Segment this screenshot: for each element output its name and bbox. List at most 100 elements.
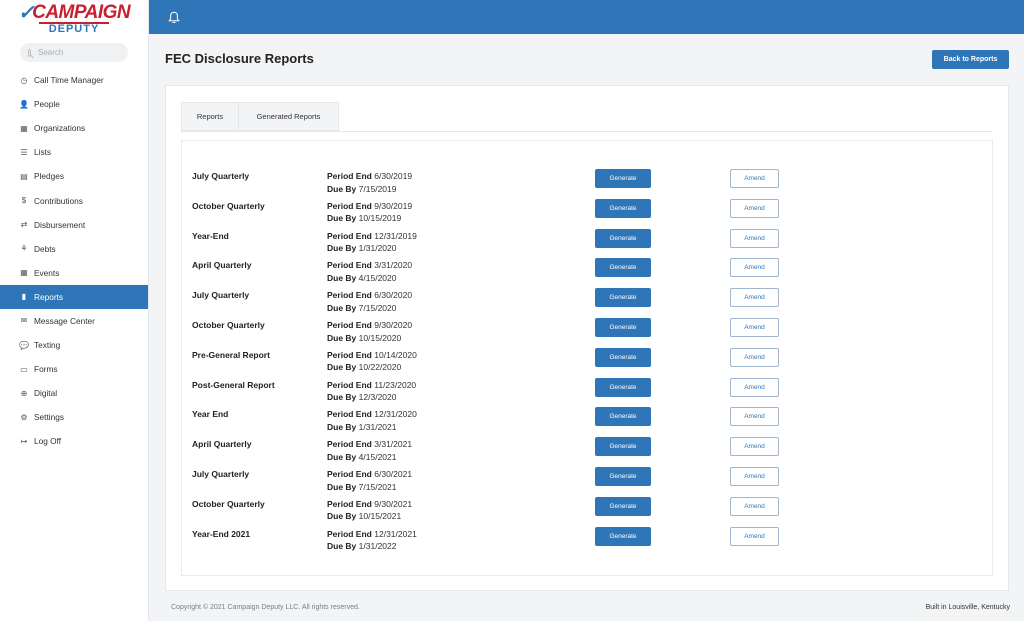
- amend-button[interactable]: Amend: [730, 318, 779, 337]
- report-row: July Quarterly Period End 6/30/2021 Due By…: [182, 467, 992, 497]
- period-end-value: 3/31/2020: [374, 260, 413, 271]
- report-name: Post-General Report: [192, 379, 275, 390]
- sidebar-item-texting[interactable]: 💬 Texting: [0, 333, 148, 357]
- period-end-value: 9/30/2021: [374, 498, 413, 509]
- report-row: October Quarterly Period End 9/30/2020 Due…: [182, 318, 992, 348]
- generate-button[interactable]: Generate: [595, 437, 651, 457]
- exchange-icon: ⇄: [20, 220, 28, 230]
- amend-button[interactable]: Amend: [730, 467, 779, 486]
- generate-button[interactable]: Generate: [595, 347, 651, 367]
- sidebar-item-label: Message Center: [34, 315, 95, 326]
- sidebar-item-digital[interactable]: ⊕ Digital: [0, 381, 148, 405]
- amend-button[interactable]: Amend: [730, 169, 779, 188]
- generate-button[interactable]: Generate: [595, 496, 651, 516]
- sidebar-item-log-off[interactable]: ↦ Log Off: [0, 429, 148, 453]
- generate-button[interactable]: Generate: [595, 198, 651, 218]
- search-input[interactable]: [38, 48, 128, 57]
- due-by-label: Due By: [327, 243, 357, 254]
- due-by-value: 7/15/2021: [358, 481, 397, 492]
- period-end-value: 3/31/2021: [374, 439, 413, 450]
- report-row: April Quarterly Period End 3/31/2021 Due B…: [182, 437, 992, 467]
- campaign-deputy-logo[interactable]: ✓ CAMPAIGN DEPUTY: [0, 0, 148, 35]
- due-by-label: Due By: [327, 272, 357, 283]
- bell-icon[interactable]: [168, 11, 180, 24]
- period-end-value: 6/30/2020: [374, 290, 413, 301]
- period-end-value: 9/30/2019: [374, 200, 413, 211]
- generate-button[interactable]: Generate: [595, 318, 651, 337]
- sidebar-item-contributions[interactable]: $ Contributions: [0, 188, 148, 212]
- report-name: October Quarterly: [192, 320, 265, 330]
- generate-button[interactable]: Generate: [595, 228, 651, 248]
- sidebar-item-call-time-manager[interactable]: ◷ Call Time Manager: [0, 68, 148, 92]
- sidebar-item-reports[interactable]: ▮ Reports: [0, 284, 148, 309]
- back-to-reports-button[interactable]: Back to Reports: [932, 50, 1009, 69]
- amend-button[interactable]: Amend: [730, 198, 779, 218]
- period-end-label: Period End: [327, 528, 372, 539]
- generate-button[interactable]: Generate: [595, 169, 651, 188]
- amend-button[interactable]: Amend: [730, 258, 779, 278]
- due-by-value: 1/31/2022: [358, 541, 397, 552]
- amend-button[interactable]: Amend: [730, 228, 779, 248]
- report-row: April Quarterly Period End 3/31/2020 Due B…: [182, 258, 992, 288]
- sidebar-item-people[interactable]: 👤 People: [0, 92, 148, 116]
- generate-button[interactable]: Generate: [595, 377, 651, 397]
- report-name: Year-End 2021: [192, 528, 251, 539]
- amend-button[interactable]: Amend: [730, 496, 779, 516]
- tab-reports[interactable]: Reports: [181, 102, 239, 131]
- sidebar-item-disbursement[interactable]: ⇄ Disbursement: [0, 213, 148, 237]
- due-by-value: 1/31/2020: [358, 243, 397, 254]
- envelope-icon: ✉: [20, 316, 28, 326]
- report-name: April Quarterly: [192, 439, 252, 450]
- generate-button[interactable]: Generate: [595, 526, 651, 546]
- sidebar-item-label: Organizations: [34, 123, 86, 134]
- due-by-value: 12/3/2020: [358, 392, 397, 403]
- topbar: [149, 0, 1024, 34]
- due-by-value: 1/31/2021: [358, 421, 397, 432]
- sidebar-item-label: Settings: [34, 412, 64, 423]
- report-name: July Quarterly: [192, 290, 250, 301]
- due-by-label: Due By: [327, 541, 357, 552]
- due-by-label: Due By: [327, 332, 357, 343]
- calendar-icon: ▦: [20, 268, 28, 278]
- generate-button[interactable]: Generate: [595, 258, 651, 278]
- list-icon: ☰: [20, 147, 28, 157]
- generate-button[interactable]: Generate: [595, 407, 651, 427]
- generate-button[interactable]: Generate: [595, 288, 651, 308]
- due-by-value: 10/15/2019: [358, 213, 402, 224]
- period-end-value: 12/31/2021: [374, 528, 417, 539]
- sidebar-item-label: Forms: [34, 364, 58, 375]
- sidebar-item-pledges[interactable]: ▤ Pledges: [0, 164, 148, 188]
- tab-generated-reports[interactable]: Generated Reports: [239, 102, 339, 131]
- sidebar-nav: ◷ Call Time Manager 👤 People ▦ Organizations ☰…: [0, 68, 148, 454]
- report-dates: Period End 3/31/2020 Due By 4/15/2020: [327, 259, 412, 284]
- amend-button[interactable]: Amend: [730, 407, 779, 427]
- sidebar-item-forms[interactable]: ▭ Forms: [0, 357, 148, 381]
- amend-button[interactable]: Amend: [730, 526, 779, 546]
- sidebar-item-settings[interactable]: ⚙ Settings: [0, 405, 148, 429]
- footer-built-in: Built in Louisville, Kentucky: [925, 604, 1010, 611]
- file-icon: ▮: [21, 292, 27, 302]
- sidebar-item-label: Contributions: [34, 195, 83, 206]
- report-row: Post-General Report Period End 11/23/2020…: [182, 377, 992, 408]
- sidebar-item-message-center[interactable]: ✉ Message Center: [0, 309, 148, 333]
- report-dates: Period End 9/30/2021 Due By 10/15/2021: [327, 498, 412, 523]
- sidebar-item-organizations[interactable]: ▦ Organizations: [0, 116, 148, 140]
- generate-button[interactable]: Generate: [595, 467, 651, 486]
- amend-button[interactable]: Amend: [730, 437, 779, 457]
- sidebar-item-debts[interactable]: ⚘ Debts: [0, 237, 148, 261]
- amend-button[interactable]: Amend: [730, 377, 779, 397]
- clock-icon: ◷: [20, 75, 28, 85]
- due-by-value: 7/15/2019: [358, 183, 397, 194]
- period-end-value: 10/14/2020: [374, 349, 417, 360]
- search-box: [20, 43, 128, 62]
- report-dates: Period End 10/14/2020 Due By 10/22/2020: [327, 349, 417, 374]
- due-by-value: 4/15/2021: [358, 451, 397, 462]
- person-icon: 👤: [19, 99, 29, 109]
- amend-button[interactable]: Amend: [730, 347, 779, 367]
- period-end-value: 9/30/2020: [374, 320, 413, 330]
- sidebar-item-lists[interactable]: ☰ Lists: [0, 140, 148, 164]
- amend-button[interactable]: Amend: [730, 288, 779, 308]
- logout-icon: ↦: [20, 436, 28, 446]
- sidebar-item-events[interactable]: ▦ Events: [0, 261, 148, 285]
- sidebar-item-label: Pledges: [34, 171, 64, 182]
